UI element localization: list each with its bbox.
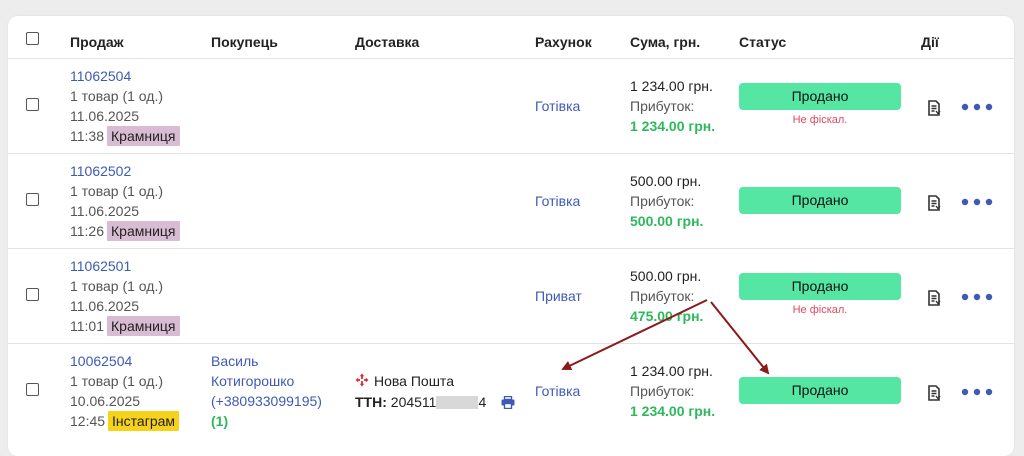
sale-time: 11:01: [70, 318, 104, 334]
ttn-end: 4: [478, 394, 487, 410]
row-divider: [8, 343, 1014, 344]
sale-date: 11.06.2025: [70, 298, 140, 314]
header-divider: [8, 58, 1014, 59]
row-divider: [8, 153, 1014, 154]
header-delivery[interactable]: Доставка: [355, 34, 419, 50]
document-icon[interactable]: [927, 290, 941, 306]
header-buyer[interactable]: Покупець: [211, 34, 278, 50]
ttn-start: 204511: [390, 394, 437, 410]
nova-poshta-logo-icon: [355, 373, 369, 387]
buyer-phone[interactable]: (+380933099195): [211, 391, 322, 411]
status-button[interactable]: Продано: [739, 83, 901, 110]
sale-id-link[interactable]: 11062502: [70, 161, 131, 181]
channel-tag: Крамниця: [107, 126, 180, 146]
row-checkbox[interactable]: [26, 383, 39, 396]
header-account[interactable]: Рахунок: [535, 34, 592, 50]
sale-items: 1 товар (1 од.): [70, 373, 163, 389]
channel-tag: Інстаграм: [108, 411, 180, 431]
ttn-number[interactable]: ТТН: 204511 4: [355, 392, 486, 412]
sum-value: 1 234.00 грн.: [630, 78, 713, 94]
row-checkbox[interactable]: [26, 98, 39, 111]
profit-label: Прибуток:: [630, 383, 695, 399]
sum-value: 500.00 грн.: [630, 268, 702, 284]
header-sum[interactable]: Сума, грн.: [630, 34, 700, 50]
profit-value: 475.00 грн.: [630, 308, 704, 324]
sum-value: 500.00 грн.: [630, 173, 702, 189]
account-link[interactable]: Приват: [535, 286, 582, 306]
account-link[interactable]: Готівка: [535, 96, 580, 116]
sale-time: 12:45: [70, 413, 106, 429]
sale-time: 11:26: [70, 223, 104, 239]
row-checkbox[interactable]: [26, 288, 39, 301]
fiscal-note: Не фіскал.: [792, 304, 848, 316]
account-link[interactable]: Готівка: [535, 381, 580, 401]
sale-time: 11:38: [70, 128, 104, 144]
sale-id-link[interactable]: 11062501: [70, 256, 131, 276]
buyer-orders-count: (1): [211, 413, 229, 429]
document-icon[interactable]: [927, 385, 941, 401]
sale-time-channel: 12:45 Інстаграм: [70, 411, 180, 431]
sales-table: Продаж Покупець Доставка Рахунок Сума, г…: [8, 16, 1014, 456]
channel-tag: Крамниця: [107, 316, 180, 336]
more-options-icon[interactable]: [961, 388, 993, 396]
buyer-surname-link[interactable]: Котигорошко: [211, 371, 294, 391]
profit-label: Прибуток:: [630, 288, 695, 304]
sale-date: 10.06.2025: [70, 393, 141, 409]
profit-label: Прибуток:: [630, 98, 695, 114]
sale-time-channel: 11:38 Крамниця: [70, 126, 180, 146]
profit-value: 1 234.00 грн.: [630, 403, 716, 419]
more-options-icon[interactable]: [961, 293, 993, 301]
sale-items: 1 товар (1 од.): [70, 278, 163, 294]
select-all-checkbox[interactable]: [26, 32, 39, 45]
sale-id-link[interactable]: 10062504: [70, 351, 132, 371]
more-options-icon[interactable]: [961, 103, 993, 111]
status-button[interactable]: Продано: [739, 187, 901, 214]
document-icon[interactable]: [927, 100, 941, 116]
row-checkbox[interactable]: [26, 193, 39, 206]
profit-label: Прибуток:: [630, 193, 695, 209]
profit-value: 1 234.00 грн.: [630, 118, 716, 134]
header-sale[interactable]: Продаж: [70, 34, 124, 50]
channel-tag: Крамниця: [107, 221, 180, 241]
delivery-carrier: Нова Пошта: [374, 373, 454, 389]
sale-time-channel: 11:01 Крамниця: [70, 316, 180, 336]
status-button[interactable]: Продано: [739, 377, 901, 404]
account-link[interactable]: Готівка: [535, 191, 580, 211]
ttn-label: ТТН:: [355, 394, 387, 410]
sale-date: 11.06.2025: [70, 108, 140, 124]
sum-value: 1 234.00 грн.: [630, 363, 713, 379]
header-actions: Дії: [921, 34, 939, 50]
sale-items: 1 товар (1 од.): [70, 88, 163, 104]
ttn-redacted: [436, 396, 479, 409]
header-status[interactable]: Статус: [739, 34, 786, 50]
sale-items: 1 товар (1 од.): [70, 183, 163, 199]
more-options-icon[interactable]: [961, 198, 993, 206]
sale-id-link[interactable]: 11062504: [70, 66, 131, 86]
print-icon[interactable]: [501, 396, 515, 409]
status-button[interactable]: Продано: [739, 273, 901, 300]
profit-value: 500.00 грн.: [630, 213, 704, 229]
fiscal-note: Не фіскал.: [792, 114, 848, 126]
document-icon[interactable]: [927, 195, 941, 211]
row-divider: [8, 248, 1014, 249]
sale-date: 11.06.2025: [70, 203, 140, 219]
sale-time-channel: 11:26 Крамниця: [70, 221, 180, 241]
buyer-name-link[interactable]: Василь: [211, 351, 258, 371]
